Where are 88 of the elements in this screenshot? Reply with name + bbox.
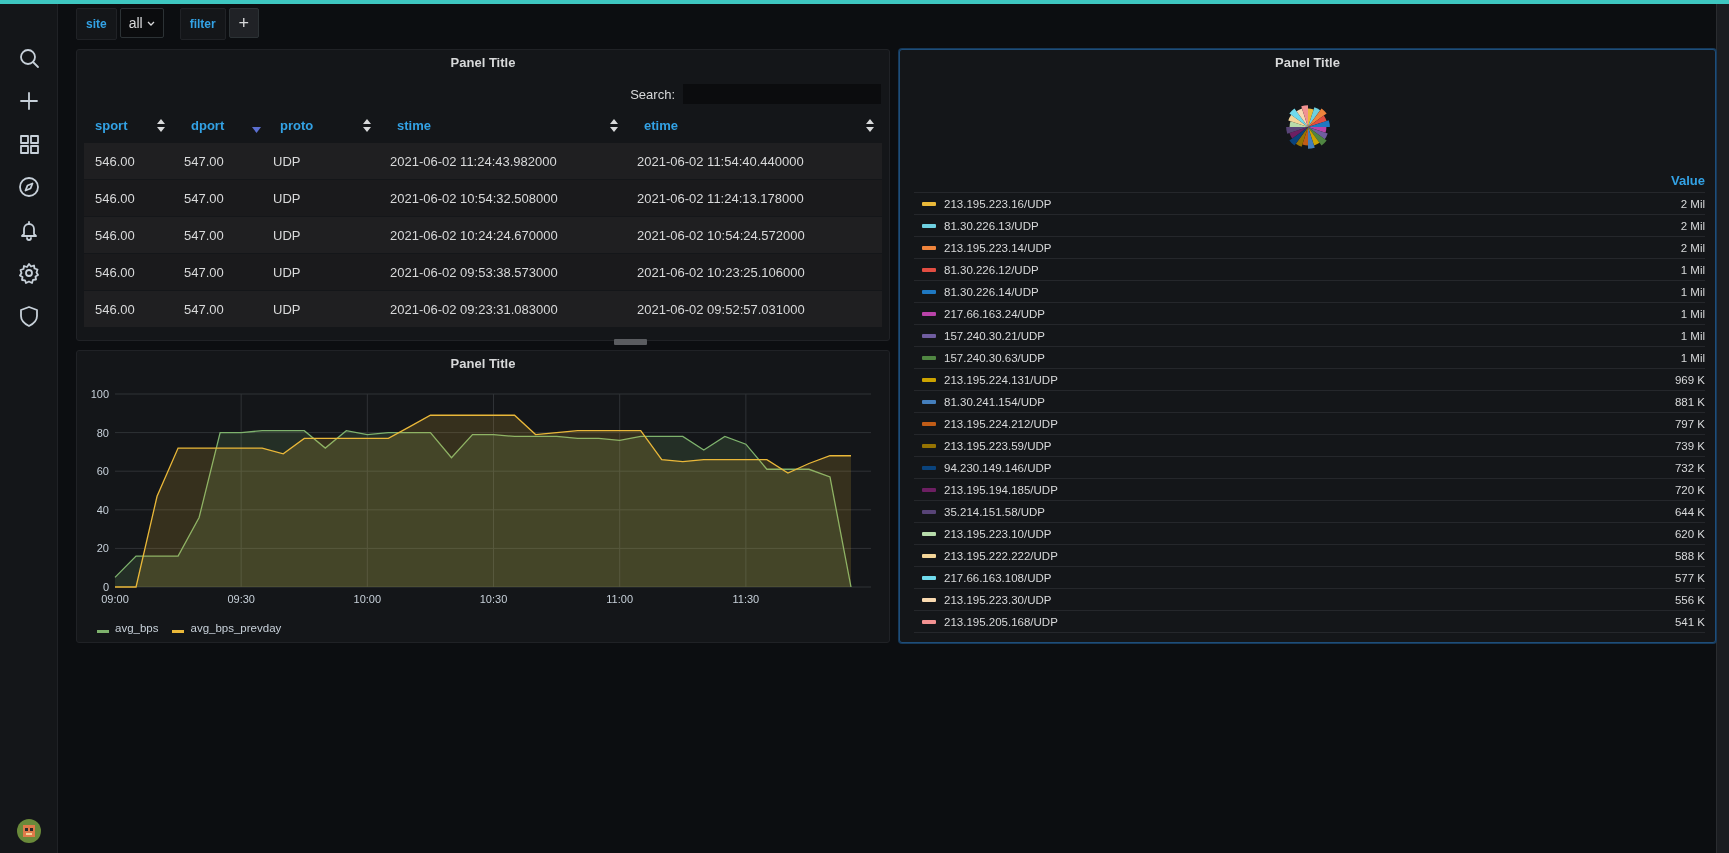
- legend-label[interactable]: 213.195.223.14/UDP: [944, 241, 1052, 254]
- column-header[interactable]: proto: [262, 118, 379, 133]
- table-cell-text: UDP: [272, 190, 302, 206]
- legend-value: 620 K: [1674, 527, 1705, 540]
- legend-value: 881 K: [1674, 395, 1705, 408]
- legend-label: avg_bps_prevday: [190, 622, 282, 634]
- table-cell-text: 2021-06-02 11:24:13.178000: [636, 190, 805, 206]
- search-label: Search:: [630, 86, 675, 102]
- legend-value: 2 Mil: [1680, 241, 1705, 254]
- legend-label[interactable]: 213.195.224.131/UDP: [944, 373, 1058, 386]
- legend-label[interactable]: 94.230.149.146/UDP: [944, 461, 1052, 474]
- legend-label[interactable]: 217.66.163.108/UDP: [944, 571, 1052, 584]
- legend-value: 739 K: [1674, 439, 1705, 452]
- column-header[interactable]: Value: [900, 151, 1715, 192]
- panel-title: Panel Title: [1274, 54, 1341, 72]
- table-cell-text: 2021-06-02 10:54:24.572000: [636, 227, 806, 243]
- table-cell-text: UDP: [272, 301, 302, 317]
- panel-title: Panel Title: [449, 355, 517, 373]
- category-label: 11:00: [606, 593, 634, 605]
- legend-label[interactable]: 213.195.223.30/UDP: [944, 593, 1052, 606]
- legend-value: 2 Mil: [1680, 219, 1705, 232]
- legend-label: avg_bps: [115, 622, 159, 634]
- legend-value: 541 K: [1674, 615, 1705, 628]
- table-cell-text: 547.00: [183, 153, 225, 169]
- add-filter-button[interactable]: +: [228, 8, 259, 38]
- legend-label[interactable]: 35.214.151.58/UDP: [944, 505, 1046, 518]
- category-label: 09:00: [101, 593, 129, 605]
- table-cell-text: 2021-06-02 09:23:31.083000: [389, 301, 559, 317]
- table-cell-text: 546.00: [94, 153, 136, 169]
- legend-value: 732 K: [1674, 461, 1705, 474]
- variable-dropdown[interactable]: all: [119, 8, 164, 38]
- category-label: 09:30: [227, 593, 255, 605]
- legend-value: 797 K: [1674, 417, 1705, 430]
- variable-label: site: [76, 8, 117, 40]
- legend-label[interactable]: 213.195.223.10/UDP: [944, 527, 1052, 540]
- panel-title: Panel Title: [449, 54, 517, 72]
- table-cell-text: UDP: [272, 227, 302, 243]
- variable-label: filter: [179, 8, 226, 40]
- category-label: 10:30: [479, 593, 508, 605]
- legend-label[interactable]: 213.195.223.59/UDP: [944, 439, 1052, 452]
- legend-value: 644 K: [1674, 505, 1705, 518]
- legend-value: 1 Mil: [1680, 329, 1705, 342]
- legend-label[interactable]: 217.66.163.24/UDP: [944, 307, 1046, 320]
- legend-label[interactable]: 213.195.222.222/UDP: [944, 549, 1058, 562]
- legend-value: 720 K: [1674, 483, 1705, 496]
- table-cell-text: 2021-06-02 10:24:24.670000: [389, 227, 559, 243]
- legend-label[interactable]: 213.195.223.16/UDP: [944, 197, 1052, 210]
- table-cell-text: 546.00: [94, 190, 136, 206]
- legend-label[interactable]: 213.195.224.212/UDP: [944, 417, 1058, 430]
- table-cell-text: 546.00: [94, 301, 136, 317]
- table-cell-text: 547.00: [183, 301, 225, 317]
- table-cell-text: UDP: [272, 153, 302, 169]
- legend-value: 1 Mil: [1680, 307, 1705, 320]
- column-header[interactable]: stime: [379, 118, 626, 133]
- table-cell-text: 546.00: [94, 227, 136, 243]
- table-cell-text: 547.00: [183, 227, 225, 243]
- legend-label[interactable]: 81.30.226.14/UDP: [944, 285, 1039, 298]
- legend-label[interactable]: 213.195.205.168/UDP: [944, 615, 1058, 628]
- legend-value: 577 K: [1674, 571, 1705, 584]
- table-cell-text: 2021-06-02 09:53:38.573000: [389, 264, 559, 280]
- table-cell-text: 2021-06-02 09:52:57.031000: [636, 301, 806, 317]
- legend-value: 588 K: [1674, 549, 1705, 562]
- legend-label[interactable]: 157.240.30.21/UDP: [944, 329, 1046, 342]
- legend-value: 556 K: [1674, 593, 1705, 606]
- legend-label[interactable]: 81.30.226.12/UDP: [944, 263, 1039, 276]
- legend-value: 2 Mil: [1680, 197, 1705, 210]
- column-header[interactable]: etime: [626, 118, 882, 133]
- legend-label[interactable]: 213.195.194.185/UDP: [944, 483, 1058, 496]
- legend-value: 969 K: [1674, 373, 1705, 386]
- category-label: 11:30: [732, 593, 760, 605]
- legend-value: 1 Mil: [1680, 351, 1705, 364]
- y-axis: 0 20 40 60 80 100: [90, 388, 109, 593]
- table-cell-text: 547.00: [183, 190, 225, 206]
- table-cell-text: 546.00: [94, 264, 136, 280]
- legend-value: 1 Mil: [1680, 285, 1705, 298]
- table-cell-text: 2021-06-02 11:24:43.982000: [389, 153, 558, 169]
- table-cell-text: 547.00: [183, 264, 225, 280]
- table-cell-text: 2021-06-02 10:23:25.106000: [636, 264, 806, 280]
- column-header[interactable]: dport: [173, 118, 262, 133]
- column-header[interactable]: sport: [84, 118, 173, 133]
- legend-label[interactable]: 157.240.30.63/UDP: [944, 351, 1046, 364]
- table-cell-text: UDP: [272, 264, 302, 280]
- category-label: 10:00: [353, 593, 382, 605]
- legend-label[interactable]: 81.30.241.154/UDP: [944, 395, 1046, 408]
- legend-value: 1 Mil: [1680, 263, 1705, 276]
- table-cell-text: 2021-06-02 10:54:32.508000: [389, 190, 559, 206]
- table-cell-text: 2021-06-02 11:54:40.440000: [636, 153, 805, 169]
- legend-label[interactable]: 81.30.226.13/UDP: [944, 219, 1039, 232]
